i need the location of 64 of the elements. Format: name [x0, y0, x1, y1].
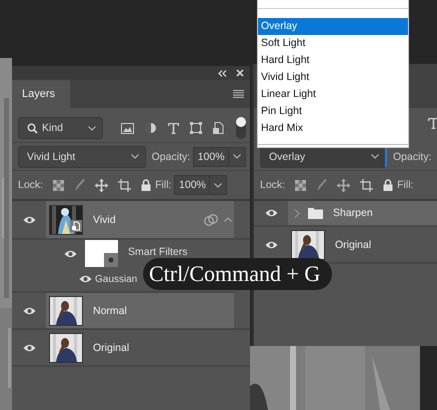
artboard-icon[interactable] [360, 178, 374, 192]
type-filter-icon[interactable] [168, 122, 180, 134]
layer-row[interactable]: Sharpen [288, 201, 437, 225]
smart-filter-icon [204, 214, 218, 226]
layer-name: Original [93, 342, 130, 354]
lock-label: Lock: [260, 179, 286, 191]
menu-item[interactable]: Overlay [258, 18, 408, 35]
layer-row[interactable]: Original [46, 330, 234, 365]
lock-icon[interactable] [383, 179, 394, 191]
menu-item[interactable]: Pin Light [258, 103, 408, 120]
opacity-label: Opacity: [393, 150, 432, 162]
layers-tab[interactable]: Layers [12, 80, 70, 108]
artboard-icon[interactable] [118, 178, 132, 192]
menu-item[interactable]: Hard Light [258, 52, 408, 69]
lock-icon[interactable] [141, 179, 152, 191]
eye-icon[interactable] [22, 344, 36, 352]
filter-name: Smart Filters [128, 246, 188, 258]
caret-icon [88, 126, 96, 130]
move-icon[interactable] [95, 178, 108, 192]
eye-icon[interactable] [264, 209, 278, 217]
menu-icon[interactable] [233, 90, 244, 98]
menu-item[interactable]: Hard Mix [258, 120, 408, 137]
layer-name: Original [335, 238, 372, 250]
eye-icon[interactable] [64, 250, 77, 258]
folder-icon [308, 208, 323, 218]
image-filter-icon[interactable] [121, 122, 134, 134]
eye-icon[interactable] [22, 306, 36, 314]
collapse-icon[interactable] [218, 70, 227, 76]
layer-name: Vivid [93, 214, 116, 226]
adjustment-filter-icon[interactable] [145, 122, 158, 134]
filter-toggle[interactable] [236, 117, 246, 139]
eye-icon[interactable] [22, 216, 36, 224]
search-icon [27, 122, 38, 134]
menu-item[interactable]: Soft Light [258, 35, 408, 52]
lock-transparency-icon[interactable] [53, 180, 64, 190]
fill-label: Fill: [155, 179, 172, 191]
menu-item[interactable]: Linear Light [258, 86, 408, 103]
menu-item[interactable]: Vivid Light [258, 69, 408, 86]
layer-name: Normal [93, 304, 127, 316]
smart-object-icon [70, 220, 82, 232]
shortcut-tooltip: Ctrl/Command + G [143, 258, 332, 290]
opacity-field[interactable]: 100% [193, 146, 230, 166]
type-filter-icon[interactable] [428, 118, 437, 128]
fill-label: Fill: [397, 179, 414, 191]
lock-label: Lock: [18, 179, 44, 191]
move-icon[interactable] [337, 178, 350, 192]
layer-row[interactable]: Vivid [46, 201, 234, 238]
opacity-label: Opacity: [152, 150, 190, 162]
lock-transparency-icon[interactable] [295, 180, 306, 190]
close-icon[interactable] [236, 69, 244, 77]
filter-name: Gaussian [95, 274, 138, 284]
caret-icon[interactable] [224, 217, 232, 222]
filter-dropdown[interactable]: Kind [18, 117, 104, 139]
layer-name: Sharpen [333, 207, 373, 219]
eye-icon[interactable] [264, 240, 278, 248]
shape-filter-icon[interactable] [190, 122, 202, 134]
eye-icon[interactable] [79, 275, 92, 283]
smart-object-filter-icon[interactable] [213, 122, 224, 134]
fill-field[interactable]: 100% [174, 175, 210, 195]
blend-mode-dropdown[interactable]: Vivid Light [18, 146, 146, 168]
filter-mask-icon [85, 240, 118, 267]
layer-row[interactable]: Normal [46, 293, 234, 328]
caret-icon [130, 154, 139, 159]
caret-icon [371, 154, 379, 159]
